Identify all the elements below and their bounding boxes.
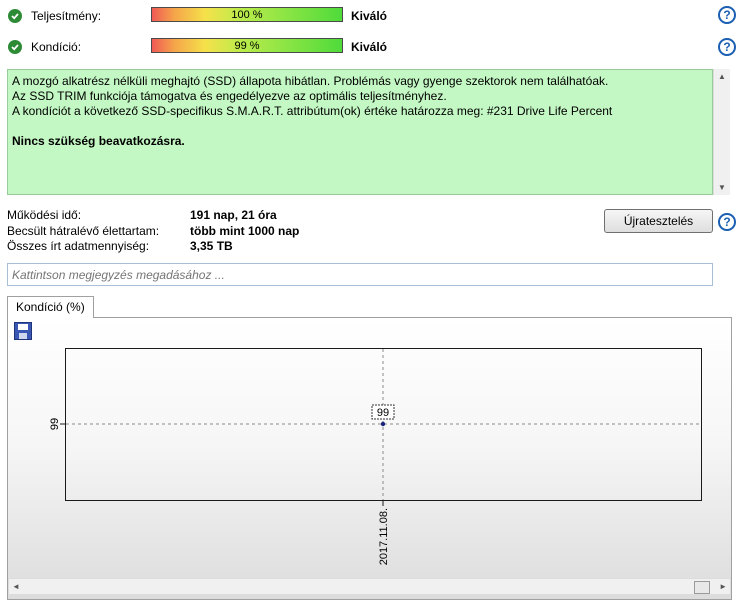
scroll-right-icon[interactable]: ► bbox=[719, 582, 727, 591]
horizontal-scrollbar[interactable]: ◄ ► bbox=[8, 578, 731, 595]
data-point bbox=[380, 421, 386, 427]
condition-chart: 99 2017.11.08. 99 bbox=[49, 348, 702, 565]
scroll-thumb[interactable] bbox=[694, 581, 710, 594]
data-label: 99 bbox=[377, 407, 389, 419]
y-tick-label: 99 bbox=[49, 418, 61, 430]
x-tick-label: 2017.11.08. bbox=[378, 508, 390, 565]
tab-condition[interactable]: Kondíció (%) bbox=[7, 296, 94, 318]
scroll-left-icon[interactable]: ◄ bbox=[12, 582, 20, 591]
